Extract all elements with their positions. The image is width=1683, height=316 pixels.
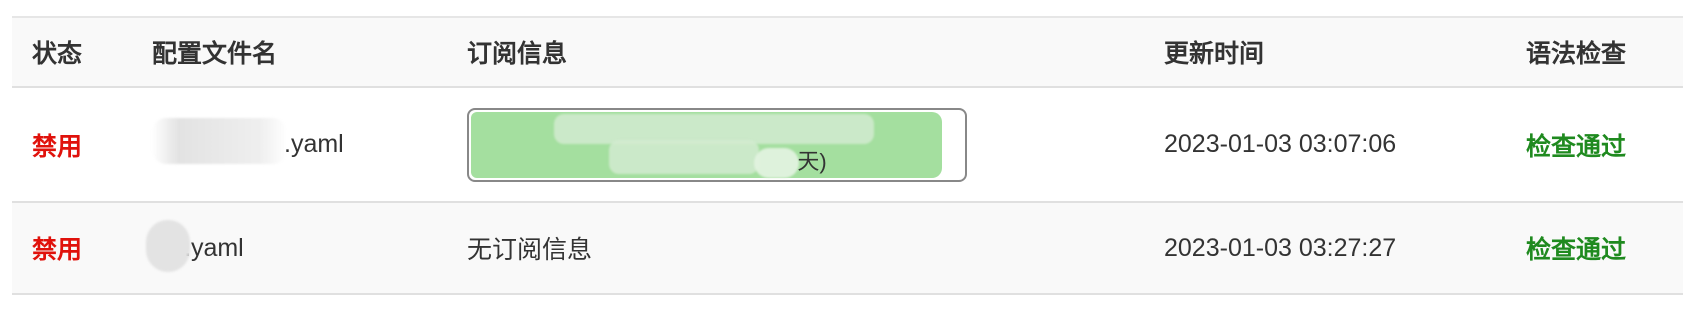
redacted-area xyxy=(146,219,190,272)
header-filename: 配置文件名 xyxy=(152,40,278,68)
header-syntax-check: 语法检查 xyxy=(1526,40,1627,68)
header-status: 状态 xyxy=(32,40,83,68)
table-header-row: 状态 配置文件名 订阅信息 更新时间 语法检查 xyxy=(12,18,1683,88)
table-row[interactable]: 禁用 .yaml 无订阅信息 2023-01-03 03:27:27 检查通过 xyxy=(12,203,1683,295)
subscription-progress: 天) xyxy=(467,107,967,182)
config-filename[interactable]: .yaml xyxy=(146,219,244,272)
status-badge[interactable]: 禁用 xyxy=(32,127,82,163)
updated-time: 2023-01-03 03:07:06 xyxy=(1164,130,1397,158)
subscription-info-text: 无订阅信息 xyxy=(467,236,593,264)
redacted-area xyxy=(152,118,287,164)
syntax-check-result[interactable]: 检查通过 xyxy=(1526,230,1626,266)
updated-time: 2023-01-03 03:27:27 xyxy=(1164,233,1397,262)
table-row[interactable]: 禁用 .yaml 天) 2023-01-03 03:07:06 检查通过 xyxy=(12,88,1683,203)
config-list-panel: 状态 配置文件名 订阅信息 更新时间 语法检查 禁用 .yaml 天) 2023… xyxy=(0,0,1683,316)
subscription-info-text: 天) xyxy=(797,148,827,174)
config-filename[interactable]: .yaml xyxy=(152,118,344,164)
config-table: 状态 配置文件名 订阅信息 更新时间 语法检查 禁用 .yaml 天) 2023… xyxy=(12,16,1683,295)
status-badge[interactable]: 禁用 xyxy=(32,230,82,266)
syntax-check-result[interactable]: 检查通过 xyxy=(1526,127,1626,163)
header-subscription: 订阅信息 xyxy=(467,40,568,68)
header-updated-time: 更新时间 xyxy=(1164,40,1265,68)
